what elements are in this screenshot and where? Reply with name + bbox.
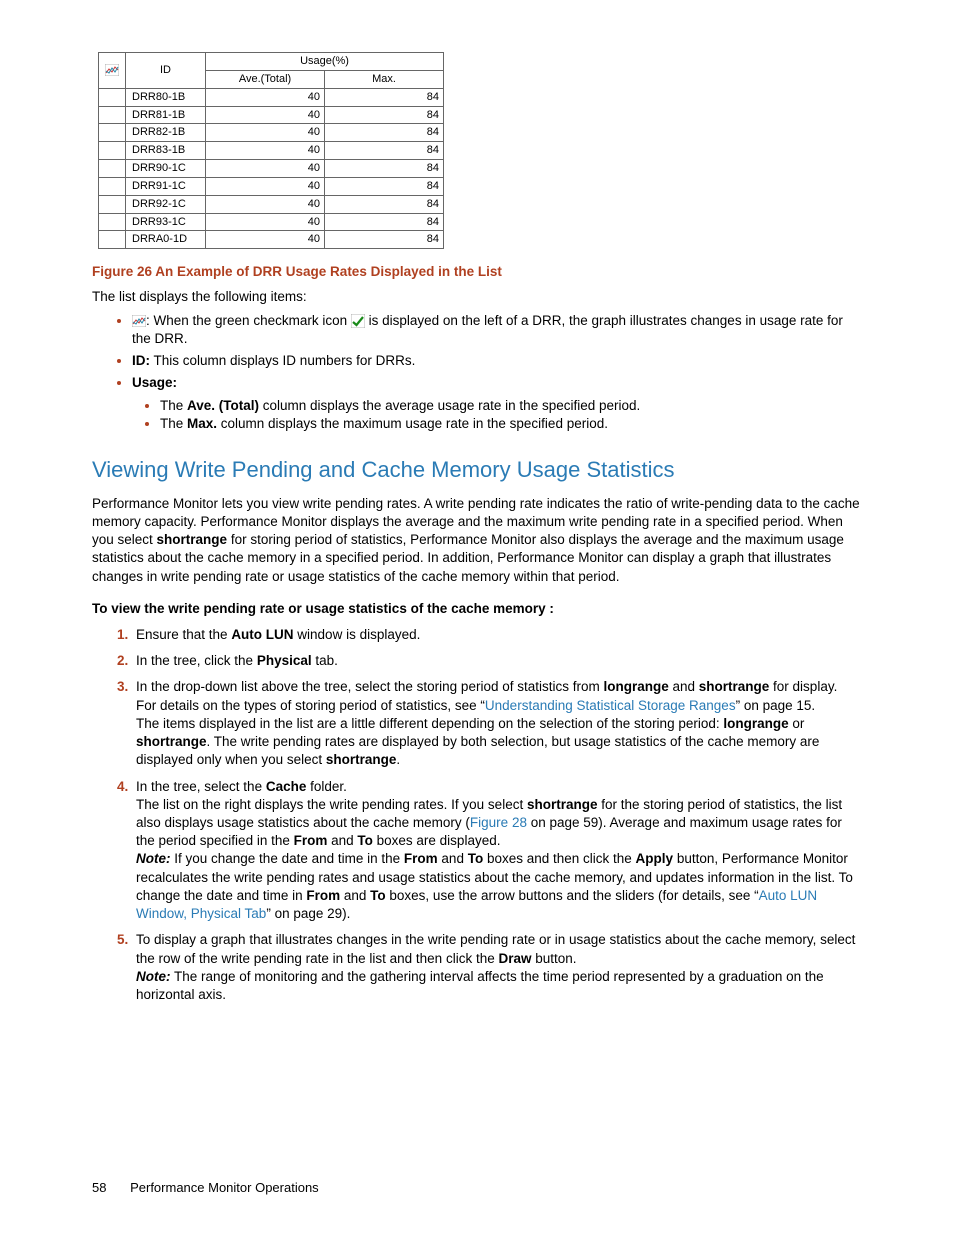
header-id: ID — [126, 53, 206, 89]
row-max: 84 — [325, 195, 444, 213]
link-figure-28[interactable]: Figure 28 — [470, 815, 527, 830]
row-max: 84 — [325, 231, 444, 249]
row-ave: 40 — [206, 124, 325, 142]
row-icon-cell — [99, 142, 126, 160]
header-ave: Ave.(Total) — [206, 70, 325, 88]
header-max: Max. — [325, 70, 444, 88]
row-max: 84 — [325, 213, 444, 231]
list-item: The Ave. (Total) column displays the ave… — [160, 397, 862, 415]
row-max: 84 — [325, 106, 444, 124]
row-id: DRR93-1C — [126, 213, 206, 231]
list-item: Usage: The Ave. (Total) column displays … — [132, 374, 862, 433]
feature-list: : When the green checkmark icon is displ… — [92, 312, 862, 433]
row-icon-cell — [99, 177, 126, 195]
row-id: DRR92-1C — [126, 195, 206, 213]
drr-usage-table: ID Usage(%) Ave.(Total) Max. DRR80-1B408… — [98, 52, 444, 249]
row-id: DRR81-1B — [126, 106, 206, 124]
header-usage: Usage(%) — [206, 53, 444, 71]
chart-icon — [132, 315, 146, 327]
table-row: DRR92-1C4084 — [99, 195, 444, 213]
step-5: To display a graph that illustrates chan… — [132, 931, 862, 1004]
row-ave: 40 — [206, 142, 325, 160]
checkmark-icon — [351, 314, 365, 328]
table-row: DRR82-1B4084 — [99, 124, 444, 142]
step-4: In the tree, select the Cache folder. Th… — [132, 778, 862, 924]
row-ave: 40 — [206, 106, 325, 124]
row-id: DRR80-1B — [126, 88, 206, 106]
row-id: DRRA0-1D — [126, 231, 206, 249]
row-max: 84 — [325, 142, 444, 160]
section-heading: Viewing Write Pending and Cache Memory U… — [92, 455, 862, 485]
row-ave: 40 — [206, 88, 325, 106]
row-max: 84 — [325, 88, 444, 106]
row-max: 84 — [325, 177, 444, 195]
table-row: DRR91-1C4084 — [99, 177, 444, 195]
row-icon-cell — [99, 106, 126, 124]
table-row: DRR90-1C4084 — [99, 160, 444, 178]
page-number: 58 — [92, 1180, 106, 1195]
row-id: DRR91-1C — [126, 177, 206, 195]
chart-icon — [105, 64, 119, 76]
row-ave: 40 — [206, 160, 325, 178]
row-icon-cell — [99, 124, 126, 142]
table-row: DRR83-1B4084 — [99, 142, 444, 160]
row-id: DRR90-1C — [126, 160, 206, 178]
procedure-heading: To view the write pending rate or usage … — [92, 600, 862, 618]
row-id: DRR82-1B — [126, 124, 206, 142]
page-footer: 58 Performance Monitor Operations — [92, 1179, 319, 1197]
row-max: 84 — [325, 124, 444, 142]
row-ave: 40 — [206, 213, 325, 231]
table-row: DRR80-1B4084 — [99, 88, 444, 106]
intro-text: The list displays the following items: — [92, 288, 862, 306]
table-row: DRRA0-1D4084 — [99, 231, 444, 249]
table-row: DRR93-1C4084 — [99, 213, 444, 231]
row-ave: 40 — [206, 177, 325, 195]
row-icon-cell — [99, 160, 126, 178]
row-icon-cell — [99, 195, 126, 213]
row-icon-cell — [99, 213, 126, 231]
step-2: In the tree, click the Physical tab. — [132, 652, 862, 670]
row-icon-cell — [99, 88, 126, 106]
procedure-list: Ensure that the Auto LUN window is displ… — [92, 626, 862, 1004]
row-id: DRR83-1B — [126, 142, 206, 160]
list-item: ID: This column displays ID numbers for … — [132, 352, 862, 370]
step-1: Ensure that the Auto LUN window is displ… — [132, 626, 862, 644]
figure-caption: Figure 26 An Example of DRR Usage Rates … — [92, 263, 862, 281]
list-item: The Max. column displays the maximum usa… — [160, 415, 862, 433]
list-item: : When the green checkmark icon is displ… — [132, 312, 862, 348]
row-ave: 40 — [206, 231, 325, 249]
footer-title: Performance Monitor Operations — [130, 1180, 319, 1195]
link-storage-ranges[interactable]: Understanding Statistical Storage Ranges — [485, 698, 736, 713]
section-para: Performance Monitor lets you view write … — [92, 495, 862, 586]
step-3: In the drop-down list above the tree, se… — [132, 678, 862, 769]
row-max: 84 — [325, 160, 444, 178]
table-row: DRR81-1B4084 — [99, 106, 444, 124]
row-icon-cell — [99, 231, 126, 249]
chart-icon-header — [99, 53, 126, 89]
row-ave: 40 — [206, 195, 325, 213]
